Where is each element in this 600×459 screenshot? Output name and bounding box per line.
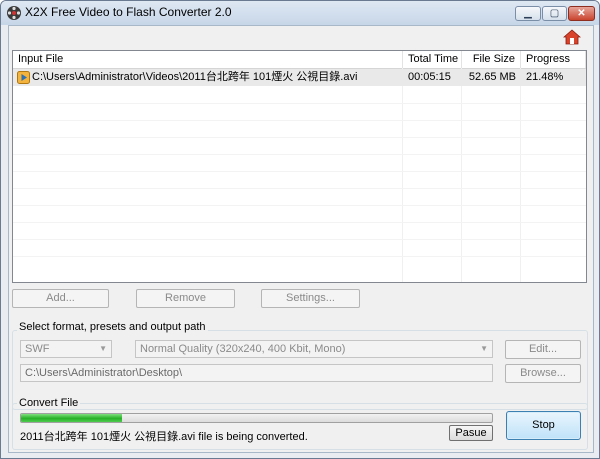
home-icon[interactable] bbox=[563, 29, 581, 45]
add-button[interactable]: Add... bbox=[12, 289, 109, 308]
minimize-button[interactable]: ▁ bbox=[515, 6, 541, 21]
grid-line bbox=[520, 68, 521, 282]
preset-select-value: Normal Quality (320x240, 400 Kbit, Mono) bbox=[140, 343, 346, 355]
preset-select[interactable]: Normal Quality (320x240, 400 Kbit, Mono)… bbox=[135, 340, 493, 358]
column-header-file-size[interactable]: File Size bbox=[462, 51, 521, 68]
grid-line bbox=[13, 205, 586, 206]
grid-line bbox=[13, 239, 586, 240]
chevron-down-icon: ▼ bbox=[99, 344, 107, 353]
chevron-down-icon: ▼ bbox=[480, 344, 488, 353]
close-button[interactable]: ✕ bbox=[568, 6, 595, 21]
title-bar[interactable]: X2X Free Video to Flash Converter 2.0 ▁ … bbox=[1, 1, 599, 25]
conversion-progress-bar bbox=[20, 413, 493, 423]
pause-button[interactable]: Pasue bbox=[449, 425, 493, 441]
grid-line bbox=[13, 222, 586, 223]
remove-button[interactable]: Remove bbox=[136, 289, 235, 308]
file-list-header: Input File Total Time File Size Progress bbox=[13, 51, 586, 69]
app-window: X2X Free Video to Flash Converter 2.0 ▁ … bbox=[0, 0, 600, 459]
row-total-time: 00:05:15 bbox=[408, 71, 451, 83]
video-file-icon bbox=[17, 71, 30, 84]
row-progress: 21.48% bbox=[526, 71, 564, 83]
column-header-progress[interactable]: Progress bbox=[521, 51, 586, 68]
grid-line bbox=[402, 68, 403, 282]
format-select[interactable]: SWF ▼ bbox=[20, 340, 112, 358]
edit-preset-button[interactable]: Edit... bbox=[505, 340, 581, 359]
grid-line bbox=[461, 68, 462, 282]
conversion-status: 2011台北跨年 101煙火 公視目錄.avi file is being co… bbox=[20, 431, 308, 443]
grid-line bbox=[13, 188, 586, 189]
film-reel-icon bbox=[7, 6, 21, 20]
grid-line bbox=[13, 171, 586, 172]
stop-button[interactable]: Stop bbox=[506, 411, 581, 440]
file-list[interactable]: Input File Total Time File Size Progress bbox=[12, 50, 587, 283]
output-path-input[interactable]: C:\Users\Administrator\Desktop\ bbox=[20, 364, 493, 382]
grid-line bbox=[13, 103, 586, 104]
row-file-size: 52.65 MB bbox=[468, 71, 516, 83]
main-panel: Input File Total Time File Size Progress bbox=[8, 25, 594, 453]
convert-file-label: Convert File bbox=[17, 397, 81, 409]
table-row[interactable]: C:\Users\Administrator\Videos\2011台北跨年 1… bbox=[13, 69, 586, 86]
grid-line bbox=[13, 256, 586, 257]
settings-button[interactable]: Settings... bbox=[261, 289, 360, 308]
grid-line bbox=[13, 137, 586, 138]
column-header-input-file[interactable]: Input File bbox=[13, 51, 403, 68]
browse-button[interactable]: Browse... bbox=[505, 364, 581, 383]
grid-line bbox=[13, 154, 586, 155]
window-title: X2X Free Video to Flash Converter 2.0 bbox=[25, 5, 232, 19]
format-select-value: SWF bbox=[25, 343, 50, 355]
output-settings-label: Select format, presets and output path bbox=[17, 321, 208, 333]
maximize-button[interactable]: ▢ bbox=[542, 6, 567, 21]
grid-line bbox=[13, 120, 586, 121]
conversion-progress-fill bbox=[21, 414, 123, 422]
row-input-file: C:\Users\Administrator\Videos\2011台北跨年 1… bbox=[32, 71, 358, 83]
column-header-total-time[interactable]: Total Time bbox=[403, 51, 462, 68]
